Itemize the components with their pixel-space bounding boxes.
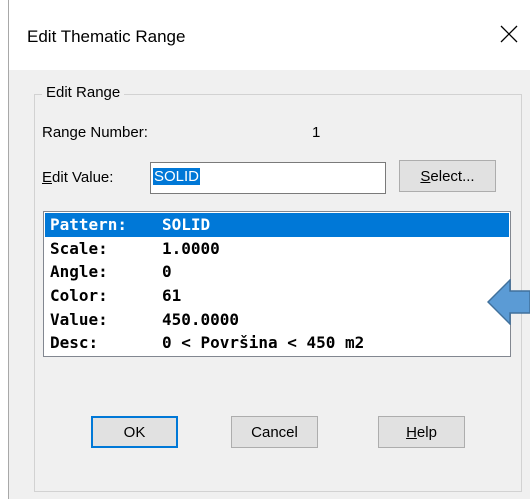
edit-value-input[interactable]: SOLID — [150, 162, 386, 194]
range-number-label: Range Number: — [42, 124, 148, 141]
list-item-value: SOLID — [162, 215, 211, 234]
list-item-value: 0 < Površina < 450 m2 — [162, 333, 365, 353]
list-item[interactable]: Desc: 0 < Površina < 450 m2 — [45, 331, 509, 355]
list-item-value: 61 — [162, 286, 182, 306]
list-item-key: Angle: — [50, 262, 108, 282]
list-item-key: Desc: — [50, 333, 99, 353]
select-button-label: elect... — [430, 167, 475, 185]
left-arrow-icon — [487, 279, 530, 325]
list-item[interactable]: Scale: 1.0000 — [45, 237, 509, 261]
dialog-title: Edit Thematic Range — [27, 27, 186, 46]
help-button-label: elp — [416, 423, 437, 441]
pattern-properties-list[interactable]: Pattern: SOLID Scale: 1.0000 Angle: 0 Color: 61… — [43, 211, 511, 357]
ok-button[interactable]: OK — [91, 416, 178, 448]
range-number-value: 1 — [312, 124, 321, 141]
help-button[interactable]: Help — [378, 416, 465, 448]
edit-value-label-text: dit Value: — [52, 169, 114, 186]
edit-range-group-label: Edit Range — [42, 84, 125, 101]
list-item-value: 1.0000 — [162, 238, 220, 258]
cancel-button[interactable]: Cancel — [231, 416, 318, 448]
edit-thematic-range-dialog: Edit Thematic Range Edit Range Range Num… — [8, 0, 530, 499]
close-button[interactable] — [489, 14, 529, 54]
select-button-mnemonic: S — [420, 167, 431, 185]
select-button[interactable]: Select... — [399, 160, 496, 192]
edit-value-label: Edit Value: — [42, 169, 113, 186]
list-item[interactable]: Pattern: SOLID — [45, 213, 509, 237]
list-item-key: Value: — [50, 309, 108, 329]
ok-button-label: OK — [123, 423, 146, 441]
list-item-key: Pattern: — [50, 215, 128, 234]
list-item-key: Scale: — [50, 238, 108, 258]
edit-value-label-mnemonic: E — [42, 169, 53, 186]
close-icon — [500, 25, 518, 43]
screen: Edit Thematic Range Edit Range Range Num… — [0, 0, 530, 499]
help-button-mnemonic: H — [406, 423, 417, 441]
list-item[interactable]: Value: 450.0000 — [45, 308, 509, 332]
list-item-key: Color: — [50, 286, 108, 306]
list-item-value: 450.0000 — [162, 309, 240, 329]
list-item-value: 0 — [162, 262, 172, 282]
edit-value-input-text: SOLID — [153, 168, 201, 185]
list-item[interactable]: Angle: 0 — [45, 260, 509, 284]
cancel-button-label: Cancel — [251, 423, 298, 441]
list-item[interactable]: Color: 61 — [45, 284, 509, 308]
title-bar: Edit Thematic Range — [9, 0, 530, 70]
